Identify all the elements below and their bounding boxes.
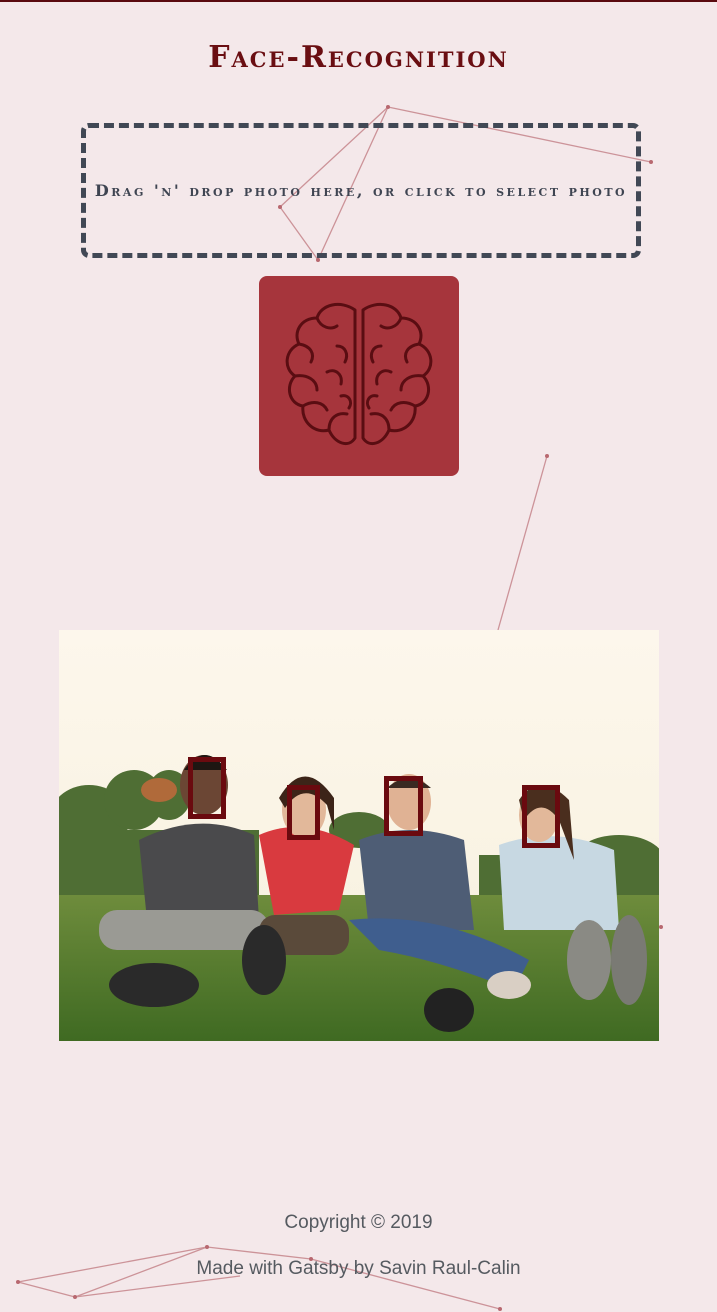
page-title: Face-Recognition — [208, 40, 509, 75]
dropzone-instructions: Drag 'n' drop photo here, or click to se… — [94, 181, 628, 200]
detect-faces-button[interactable] — [259, 276, 459, 476]
result-photo — [59, 630, 659, 1041]
brain-icon — [285, 302, 433, 446]
face-detection-box — [522, 785, 560, 848]
photo-dropzone[interactable]: Drag 'n' drop photo here, or click to se… — [81, 123, 641, 258]
face-detection-box — [287, 785, 320, 840]
credit-text: Made with Gatsby by Savin Raul-Calin — [196, 1258, 521, 1279]
top-accent-bar — [0, 0, 717, 2]
face-detection-box — [384, 776, 423, 836]
group-photo-image — [59, 630, 659, 1041]
face-detection-box — [188, 757, 226, 819]
copyright-text: Copyright © 2019 — [284, 1212, 433, 1233]
